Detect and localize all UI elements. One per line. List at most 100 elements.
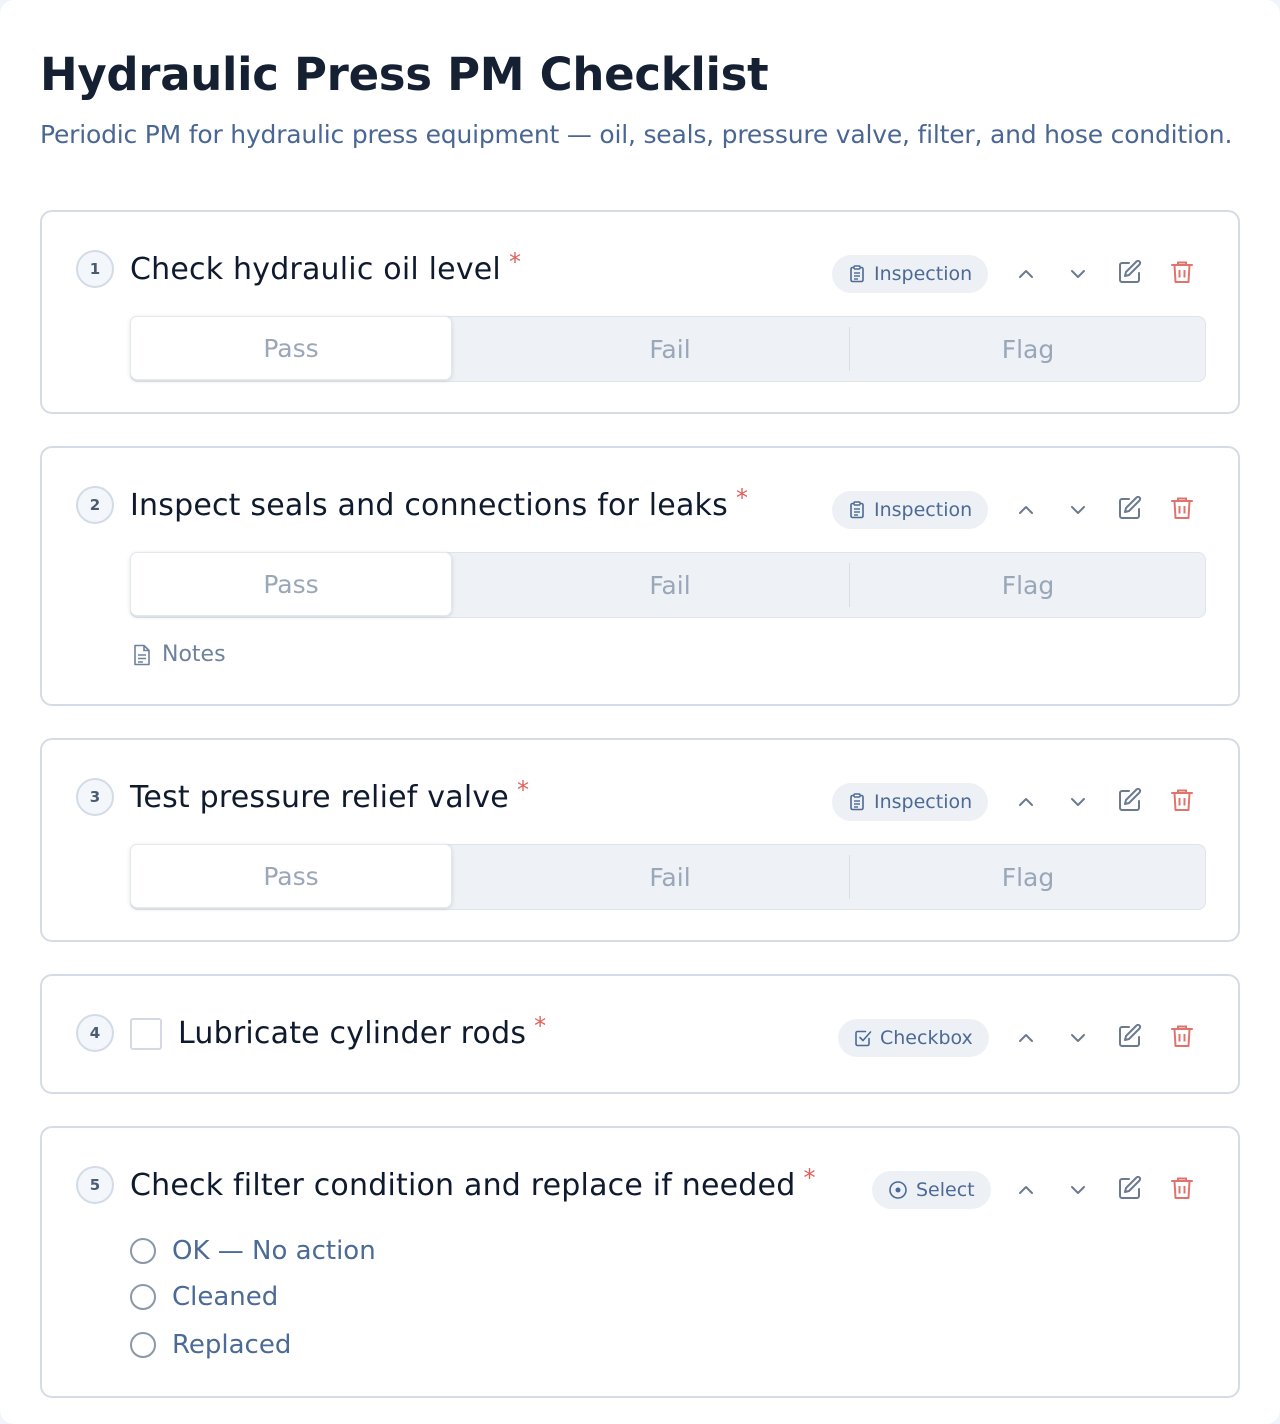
chevron-down-icon xyxy=(1071,1186,1085,1194)
item-number-badge: 3 xyxy=(76,778,114,816)
chevron-up-icon xyxy=(1019,798,1033,806)
item-title-text: Check filter condition and replace if ne… xyxy=(130,1168,796,1203)
clipboard-icon xyxy=(850,793,864,811)
move-up-button[interactable] xyxy=(1010,1174,1042,1206)
edit-button[interactable] xyxy=(1114,1172,1146,1204)
move-up-button[interactable] xyxy=(1010,258,1042,290)
item-number-badge: 2 xyxy=(76,486,114,524)
edit-button[interactable] xyxy=(1114,492,1146,524)
option-fail[interactable]: Fail xyxy=(491,845,849,909)
item-checkbox[interactable] xyxy=(130,1018,162,1050)
edit-icon xyxy=(1119,495,1142,519)
move-up-button[interactable] xyxy=(1010,786,1042,818)
item-title: Lubricate cylinder rods * xyxy=(178,1012,546,1051)
chevron-down-icon xyxy=(1071,1034,1085,1042)
notes-toggle[interactable]: Notes xyxy=(132,642,226,667)
move-down-button[interactable] xyxy=(1062,1174,1094,1206)
radio-button[interactable] xyxy=(130,1238,156,1264)
chevron-up-icon xyxy=(1019,506,1033,514)
required-asterisk: * xyxy=(803,1164,816,1192)
item-number-badge: 5 xyxy=(76,1166,114,1204)
radio-button[interactable] xyxy=(130,1284,156,1310)
move-down-button[interactable] xyxy=(1062,258,1094,290)
edit-icon xyxy=(1119,1175,1142,1199)
trash-icon xyxy=(1171,497,1193,519)
delete-button[interactable] xyxy=(1166,256,1198,288)
chevron-down-icon xyxy=(1071,798,1085,806)
option-pass[interactable]: Pass xyxy=(130,844,452,908)
item-title: Check filter condition and replace if ne… xyxy=(130,1164,816,1203)
trash-icon xyxy=(1171,1025,1193,1047)
chevron-up-icon xyxy=(1019,1034,1033,1042)
type-badge: Inspection xyxy=(832,783,989,821)
radio-label: Replaced xyxy=(172,1330,292,1360)
item-title: Check hydraulic oil level * xyxy=(130,248,521,287)
option-fail[interactable]: Fail xyxy=(491,553,849,617)
type-badge: Inspection xyxy=(832,255,989,293)
delete-button[interactable] xyxy=(1166,492,1198,524)
move-up-button[interactable] xyxy=(1010,1022,1042,1054)
chevron-down-icon xyxy=(1071,270,1085,278)
move-down-button[interactable] xyxy=(1062,786,1094,818)
type-badge-label: Select xyxy=(916,1179,975,1201)
option-flag[interactable]: Flag xyxy=(850,845,1206,909)
chevron-up-icon xyxy=(1019,1186,1033,1194)
document-icon xyxy=(134,644,150,665)
item-number-badge: 1 xyxy=(76,250,114,288)
pass-fail-flag-control: Pass Fail Flag xyxy=(130,552,1206,618)
checklist-item: 3 Test pressure relief valve * Inspection… xyxy=(40,738,1240,942)
item-title-text: Check hydraulic oil level xyxy=(130,252,501,287)
checklist-item: 4 Lubricate cylinder rods * Checkbox xyxy=(40,974,1240,1094)
trash-icon xyxy=(1171,789,1193,811)
edit-button[interactable] xyxy=(1114,1020,1146,1052)
page-subtitle: Periodic PM for hydraulic press equipmen… xyxy=(40,120,1233,149)
pass-fail-flag-control: Pass Fail Flag xyxy=(130,844,1206,910)
required-asterisk: * xyxy=(508,248,522,276)
option-flag[interactable]: Flag xyxy=(850,553,1206,617)
delete-button[interactable] xyxy=(1166,1020,1198,1052)
edit-button[interactable] xyxy=(1114,256,1146,288)
radio-option[interactable]: Cleaned xyxy=(130,1282,278,1312)
option-pass[interactable]: Pass xyxy=(130,552,452,616)
type-badge: Checkbox xyxy=(838,1019,989,1057)
item-title: Test pressure relief valve * xyxy=(130,776,529,815)
move-up-button[interactable] xyxy=(1010,494,1042,526)
chevron-up-icon xyxy=(1019,270,1033,278)
checklist-item: 1 Check hydraulic oil level * Inspection … xyxy=(40,210,1240,414)
page-title: Hydraulic Press PM Checklist xyxy=(40,48,769,101)
edit-button[interactable] xyxy=(1114,784,1146,816)
required-asterisk: * xyxy=(534,1012,547,1040)
edit-icon xyxy=(1119,259,1142,283)
move-down-button[interactable] xyxy=(1062,494,1094,526)
option-fail[interactable]: Fail xyxy=(491,317,849,381)
trash-icon xyxy=(1171,261,1193,283)
pass-fail-flag-control: Pass Fail Flag xyxy=(130,316,1206,382)
chevron-down-icon xyxy=(1071,506,1085,514)
delete-button[interactable] xyxy=(1166,784,1198,816)
type-badge-label: Inspection xyxy=(874,791,973,813)
item-title: Inspect seals and connections for leaks * xyxy=(130,484,748,523)
required-asterisk: * xyxy=(735,484,749,512)
delete-button[interactable] xyxy=(1166,1172,1198,1204)
edit-icon xyxy=(1119,1023,1142,1047)
option-pass[interactable]: Pass xyxy=(130,316,452,380)
type-badge-label: Inspection xyxy=(874,263,973,285)
notes-label: Notes xyxy=(162,642,226,667)
radio-option[interactable]: OK — No action xyxy=(130,1236,376,1266)
radio-button[interactable] xyxy=(130,1332,156,1358)
radio-label: OK — No action xyxy=(172,1236,376,1266)
radio-option[interactable]: Replaced xyxy=(130,1330,291,1360)
required-asterisk: * xyxy=(516,776,530,804)
trash-icon xyxy=(1171,1177,1193,1199)
type-badge: Select xyxy=(872,1171,991,1209)
move-down-button[interactable] xyxy=(1062,1022,1094,1054)
item-title-text: Lubricate cylinder rods xyxy=(178,1016,527,1051)
checkbox-icon xyxy=(855,1030,872,1047)
type-badge-label: Inspection xyxy=(874,499,973,521)
item-number-badge: 4 xyxy=(76,1014,114,1052)
edit-icon xyxy=(1119,787,1142,811)
checklist-item: 2 Inspect seals and connections for leak… xyxy=(40,446,1240,706)
checklist-item: 5 Check filter condition and replace if … xyxy=(40,1126,1240,1398)
item-title-text: Test pressure relief valve xyxy=(130,780,509,815)
option-flag[interactable]: Flag xyxy=(850,317,1206,381)
